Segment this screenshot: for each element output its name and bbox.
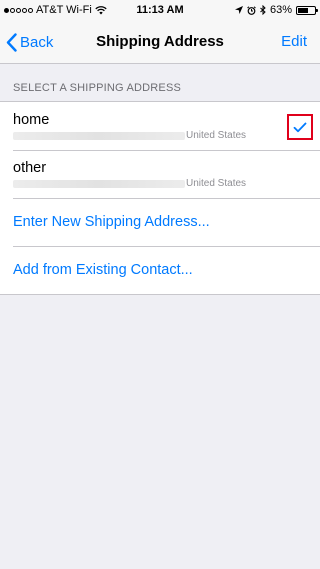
navigation-bar: Back Shipping Address Edit	[0, 20, 320, 64]
address-row-other[interactable]: other United States	[0, 150, 320, 198]
address-list: home United States other United States E…	[0, 101, 320, 295]
status-left: AT&T Wi-Fi	[4, 4, 235, 16]
address-country: United States	[186, 130, 247, 141]
address-name: other	[13, 160, 47, 176]
status-bar: AT&T Wi-Fi 11:13 AM 63%	[0, 0, 320, 20]
selected-highlight-box	[287, 114, 313, 140]
checkmark-icon	[293, 122, 307, 132]
wifi-icon	[95, 5, 107, 14]
alarm-clock-icon	[247, 5, 256, 15]
section-header: SELECT A SHIPPING ADDRESS	[13, 82, 182, 94]
enter-new-address-label: Enter New Shipping Address...	[13, 214, 210, 230]
add-from-contact-label: Add from Existing Contact...	[13, 262, 193, 278]
address-row-home[interactable]: home United States	[0, 102, 320, 150]
edit-button[interactable]: Edit	[281, 20, 307, 64]
address-name: home	[13, 112, 50, 128]
battery-icon	[296, 5, 318, 15]
bluetooth-icon	[260, 5, 266, 15]
signal-strength-icon	[4, 7, 33, 13]
battery-percent: 63%	[269, 4, 292, 16]
carrier-label: AT&T Wi-Fi	[36, 4, 92, 16]
enter-new-address-button[interactable]: Enter New Shipping Address...	[0, 198, 320, 246]
location-arrow-icon	[234, 6, 243, 14]
redacted-address-line	[13, 180, 185, 188]
status-right: 63%	[234, 4, 318, 16]
add-from-contact-button[interactable]: Add from Existing Contact...	[0, 246, 320, 294]
address-country: United States	[186, 178, 247, 189]
page-title: Shipping Address	[96, 33, 224, 50]
redacted-address-line	[13, 132, 185, 140]
battery-fill	[298, 7, 308, 13]
